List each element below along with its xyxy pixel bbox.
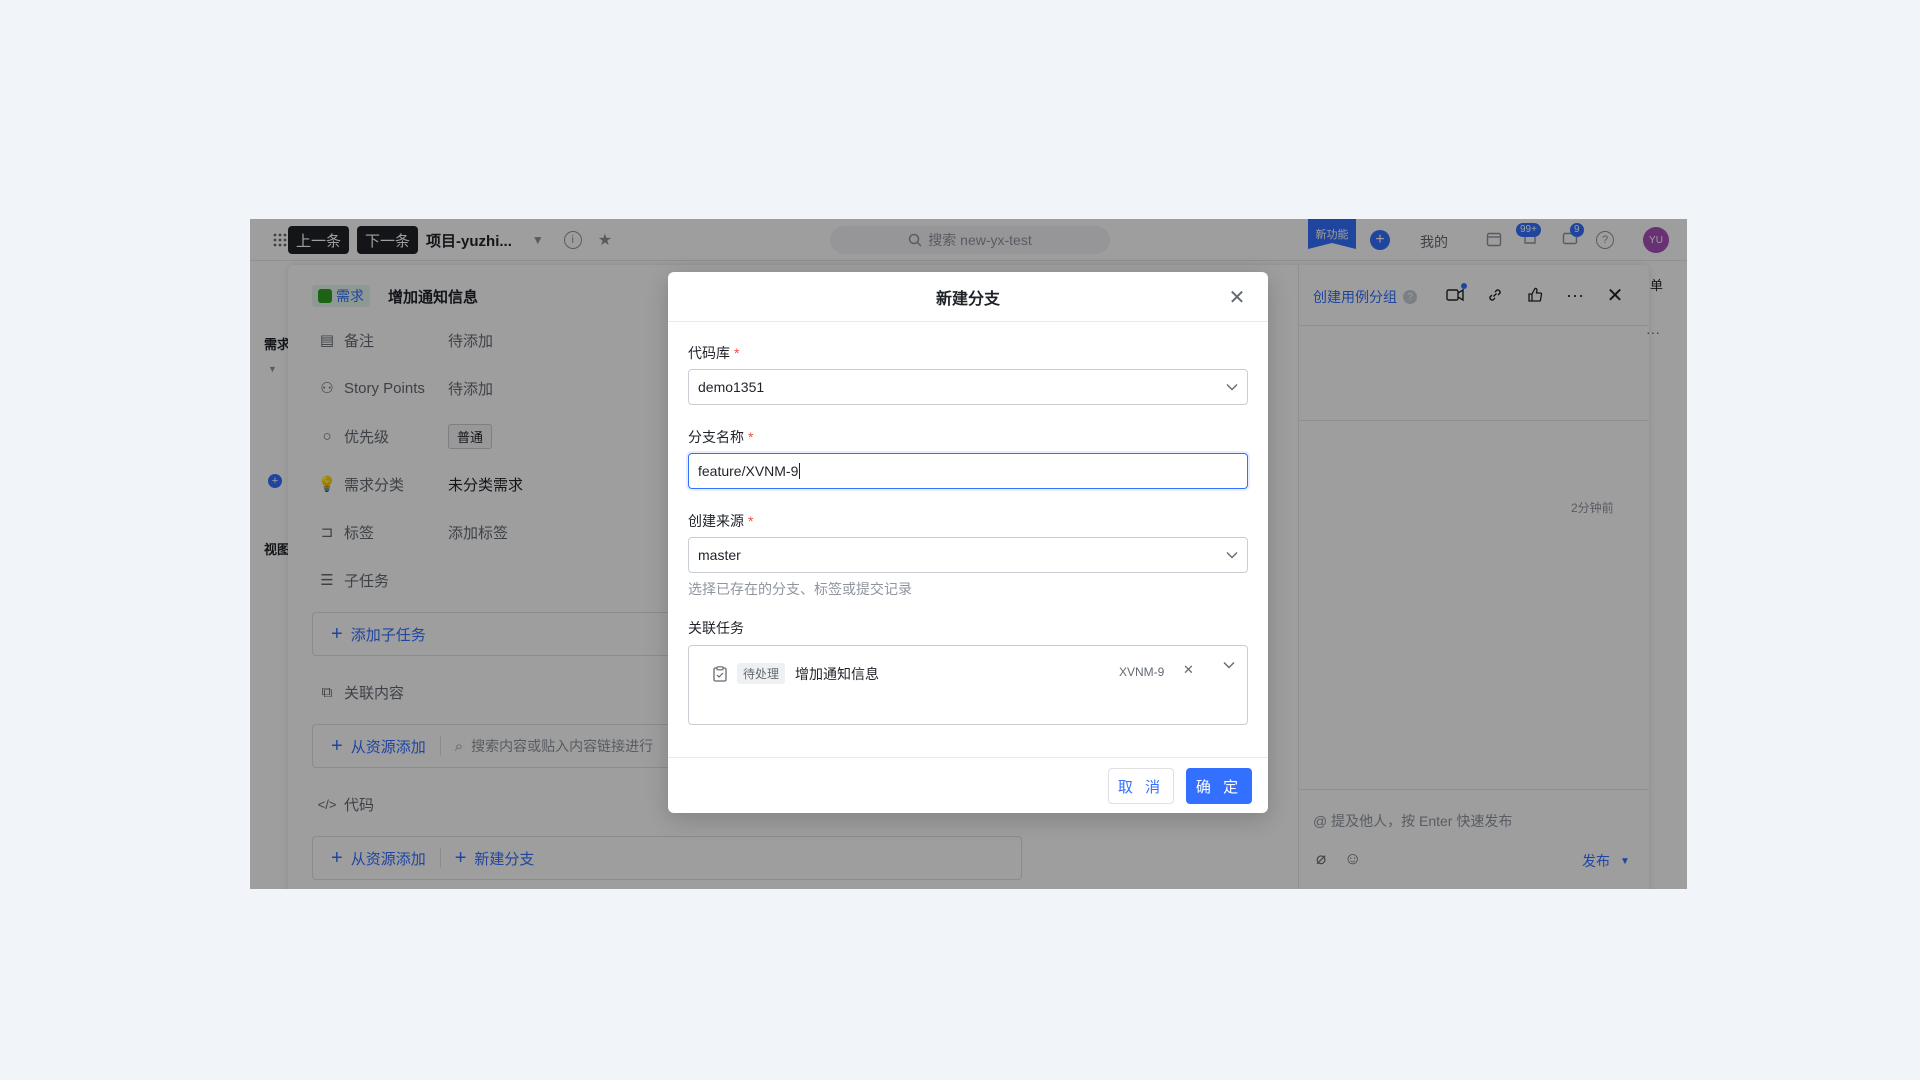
related-task-label-text: 关联任务 — [688, 620, 744, 636]
dialog-footer: 取 消 确 定 — [668, 757, 1268, 813]
cancel-button[interactable]: 取 消 — [1108, 768, 1174, 804]
remove-task-icon[interactable]: ✕ — [1183, 662, 1194, 678]
new-branch-dialog: 新建分支 ✕ 代码库 * demo1351 分支名称 * feature/XVNM-… — [668, 272, 1268, 813]
text-cursor — [799, 463, 801, 479]
chevron-down-icon — [1226, 384, 1238, 391]
clipboard-icon — [713, 665, 727, 682]
source-select[interactable]: master — [688, 537, 1248, 573]
chevron-down-icon — [1226, 552, 1238, 559]
branch-label-text: 分支名称 — [688, 429, 744, 445]
related-task-select[interactable]: 待处理 增加通知信息 XVNM-9 ✕ — [688, 645, 1248, 725]
close-icon[interactable]: ✕ — [1226, 286, 1248, 309]
required-mark: * — [748, 429, 754, 445]
source-label: 创建来源 * — [688, 511, 753, 531]
task-key: XVNM-9 — [1119, 665, 1165, 679]
confirm-button[interactable]: 确 定 — [1186, 768, 1252, 804]
dialog-title: 新建分支 — [935, 290, 1000, 308]
branch-name-input[interactable]: feature/XVNM-9 — [688, 453, 1248, 489]
repo-select[interactable]: demo1351 — [688, 369, 1248, 405]
task-status-chip: 待处理 — [737, 663, 786, 684]
source-value: master — [698, 547, 741, 563]
dialog-header: 新建分支 ✕ — [668, 272, 1268, 322]
source-hint: 选择已存在的分支、标签或提交记录 — [688, 581, 912, 597]
source-label-text: 创建来源 — [688, 513, 744, 529]
branch-label: 分支名称 * — [688, 427, 753, 447]
task-title: 增加通知信息 — [795, 665, 880, 682]
repo-label: 代码库 * — [688, 343, 739, 363]
required-mark: * — [734, 345, 740, 361]
task-item: 待处理 增加通知信息 — [713, 663, 879, 684]
repo-label-text: 代码库 — [688, 345, 730, 361]
modal-overlay: 新建分支 ✕ 代码库 * demo1351 分支名称 * feature/XVNM-… — [0, 0, 1920, 1080]
related-task-label: 关联任务 — [688, 618, 744, 638]
chevron-down-icon[interactable] — [1223, 661, 1235, 669]
branch-value: feature/XVNM-9 — [698, 463, 799, 479]
required-mark: * — [748, 513, 754, 529]
repo-value: demo1351 — [698, 379, 765, 395]
